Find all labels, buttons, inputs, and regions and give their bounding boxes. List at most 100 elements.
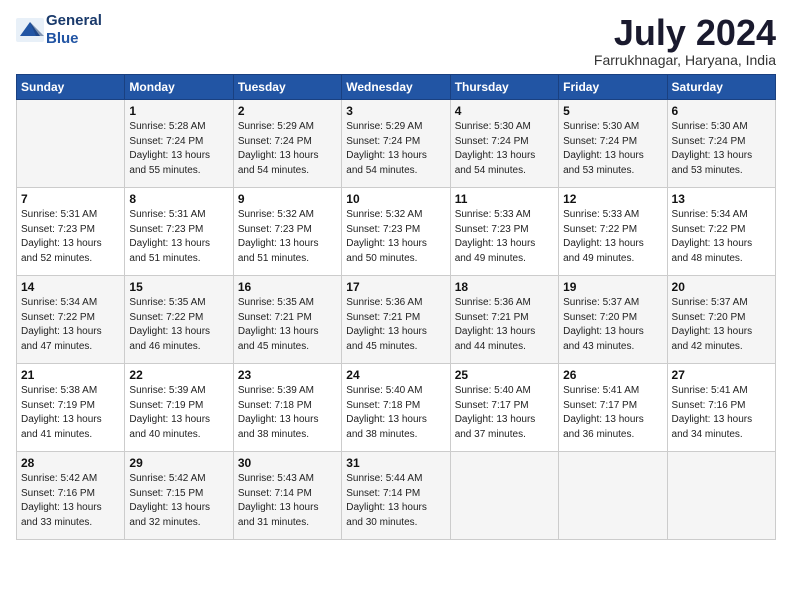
day-number: 4 <box>455 104 554 118</box>
day-number: 25 <box>455 368 554 382</box>
calendar-table: SundayMondayTuesdayWednesdayThursdayFrid… <box>16 74 776 540</box>
calendar-cell: 22Sunrise: 5:39 AM Sunset: 7:19 PM Dayli… <box>125 364 233 452</box>
logo-text: General Blue <box>46 12 102 48</box>
cell-info: Sunrise: 5:32 AM Sunset: 7:23 PM Dayligh… <box>238 208 337 266</box>
cell-info: Sunrise: 5:34 AM Sunset: 7:22 PM Dayligh… <box>21 296 120 354</box>
cell-info: Sunrise: 5:38 AM Sunset: 7:19 PM Dayligh… <box>21 384 120 442</box>
week-row-1: 1Sunrise: 5:28 AM Sunset: 7:24 PM Daylig… <box>17 100 776 188</box>
day-number: 13 <box>672 192 771 206</box>
cell-info: Sunrise: 5:34 AM Sunset: 7:22 PM Dayligh… <box>672 208 771 266</box>
cell-info: Sunrise: 5:31 AM Sunset: 7:23 PM Dayligh… <box>129 208 228 266</box>
weekday-header-sunday: Sunday <box>17 75 125 100</box>
day-number: 3 <box>346 104 445 118</box>
day-number: 16 <box>238 280 337 294</box>
cell-info: Sunrise: 5:40 AM Sunset: 7:18 PM Dayligh… <box>346 384 445 442</box>
cell-info: Sunrise: 5:37 AM Sunset: 7:20 PM Dayligh… <box>672 296 771 354</box>
calendar-cell: 9 Sunrise: 5:32 AM Sunset: 7:23 PM Daylig… <box>233 188 341 276</box>
day-number: 6 <box>672 104 771 118</box>
cell-info: Sunrise: 5:40 AM Sunset: 7:17 PM Dayligh… <box>455 384 554 442</box>
day-number: 19 <box>563 280 662 294</box>
calendar-cell: 28 Sunrise: 5:42 AM Sunset: 7:16 PM Dayli… <box>17 452 125 540</box>
week-row-2: 7 Sunrise: 5:31 AM Sunset: 7:23 PM Daylig… <box>17 188 776 276</box>
weekday-header-tuesday: Tuesday <box>233 75 341 100</box>
day-number: 2 <box>238 104 337 118</box>
calendar-cell: 4 Sunrise: 5:30 AM Sunset: 7:24 PM Daylig… <box>450 100 558 188</box>
calendar-cell: 25 Sunrise: 5:40 AM Sunset: 7:17 PM Dayli… <box>450 364 558 452</box>
calendar-cell: 7 Sunrise: 5:31 AM Sunset: 7:23 PM Daylig… <box>17 188 125 276</box>
day-number: 23 <box>238 368 337 382</box>
calendar-cell: 15 Sunrise: 5:35 AM Sunset: 7:22 PM Dayli… <box>125 276 233 364</box>
cell-info: Sunrise: 5:41 AM Sunset: 7:17 PM Dayligh… <box>563 384 662 442</box>
day-number: 15 <box>129 280 228 294</box>
cell-info: Sunrise: 5:29 AM Sunset: 7:24 PM Dayligh… <box>346 120 445 178</box>
day-number: 12 <box>563 192 662 206</box>
cell-info: Sunrise: 5:30 AM Sunset: 7:24 PM Dayligh… <box>563 120 662 178</box>
main-container: General Blue July 2024 Farrukhnagar, Har… <box>0 0 792 548</box>
cell-info: Sunrise: 5:33 AM Sunset: 7:22 PM Dayligh… <box>563 208 662 266</box>
calendar-cell: 27 Sunrise: 5:41 AM Sunset: 7:16 PM Dayli… <box>667 364 775 452</box>
calendar-cell: 11Sunrise: 5:33 AM Sunset: 7:23 PM Dayli… <box>450 188 558 276</box>
cell-info: Sunrise: 5:28 AM Sunset: 7:24 PM Dayligh… <box>129 120 228 178</box>
day-number: 7 <box>21 192 120 206</box>
calendar-cell: 20 Sunrise: 5:37 AM Sunset: 7:20 PM Dayli… <box>667 276 775 364</box>
month-title: July 2024 <box>594 12 776 54</box>
calendar-cell: 31Sunrise: 5:44 AM Sunset: 7:14 PM Dayli… <box>342 452 450 540</box>
calendar-cell <box>559 452 667 540</box>
calendar-cell: 29 Sunrise: 5:42 AM Sunset: 7:15 PM Dayli… <box>125 452 233 540</box>
week-row-4: 21 Sunrise: 5:38 AM Sunset: 7:19 PM Dayli… <box>17 364 776 452</box>
calendar-cell: 14 Sunrise: 5:34 AM Sunset: 7:22 PM Dayli… <box>17 276 125 364</box>
cell-info: Sunrise: 5:41 AM Sunset: 7:16 PM Dayligh… <box>672 384 771 442</box>
calendar-cell: 23 Sunrise: 5:39 AM Sunset: 7:18 PM Dayli… <box>233 364 341 452</box>
location: Farrukhnagar, Haryana, India <box>594 52 776 68</box>
calendar-cell: 3 Sunrise: 5:29 AM Sunset: 7:24 PM Daylig… <box>342 100 450 188</box>
cell-info: Sunrise: 5:42 AM Sunset: 7:16 PM Dayligh… <box>21 472 120 530</box>
cell-info: Sunrise: 5:35 AM Sunset: 7:22 PM Dayligh… <box>129 296 228 354</box>
weekday-header-monday: Monday <box>125 75 233 100</box>
calendar-cell: 19 Sunrise: 5:37 AM Sunset: 7:20 PM Dayli… <box>559 276 667 364</box>
calendar-cell: 8Sunrise: 5:31 AM Sunset: 7:23 PM Daylig… <box>125 188 233 276</box>
weekday-header-wednesday: Wednesday <box>342 75 450 100</box>
calendar-cell <box>667 452 775 540</box>
logo: General Blue <box>16 12 102 48</box>
cell-info: Sunrise: 5:37 AM Sunset: 7:20 PM Dayligh… <box>563 296 662 354</box>
calendar-cell: 24Sunrise: 5:40 AM Sunset: 7:18 PM Dayli… <box>342 364 450 452</box>
cell-info: Sunrise: 5:30 AM Sunset: 7:24 PM Dayligh… <box>455 120 554 178</box>
calendar-cell: 30 Sunrise: 5:43 AM Sunset: 7:14 PM Dayli… <box>233 452 341 540</box>
weekday-header-row: SundayMondayTuesdayWednesdayThursdayFrid… <box>17 75 776 100</box>
title-area: July 2024 Farrukhnagar, Haryana, India <box>594 12 776 68</box>
day-number: 17 <box>346 280 445 294</box>
day-number: 26 <box>563 368 662 382</box>
cell-info: Sunrise: 5:29 AM Sunset: 7:24 PM Dayligh… <box>238 120 337 178</box>
calendar-cell: 5Sunrise: 5:30 AM Sunset: 7:24 PM Daylig… <box>559 100 667 188</box>
day-number: 10 <box>346 192 445 206</box>
cell-info: Sunrise: 5:31 AM Sunset: 7:23 PM Dayligh… <box>21 208 120 266</box>
calendar-cell: 17Sunrise: 5:36 AM Sunset: 7:21 PM Dayli… <box>342 276 450 364</box>
calendar-cell: 10Sunrise: 5:32 AM Sunset: 7:23 PM Dayli… <box>342 188 450 276</box>
calendar-cell: 21 Sunrise: 5:38 AM Sunset: 7:19 PM Dayli… <box>17 364 125 452</box>
calendar-cell: 1Sunrise: 5:28 AM Sunset: 7:24 PM Daylig… <box>125 100 233 188</box>
calendar-cell: 6 Sunrise: 5:30 AM Sunset: 7:24 PM Daylig… <box>667 100 775 188</box>
cell-info: Sunrise: 5:42 AM Sunset: 7:15 PM Dayligh… <box>129 472 228 530</box>
day-number: 30 <box>238 456 337 470</box>
day-number: 14 <box>21 280 120 294</box>
day-number: 20 <box>672 280 771 294</box>
calendar-cell <box>450 452 558 540</box>
day-number: 27 <box>672 368 771 382</box>
day-number: 21 <box>21 368 120 382</box>
day-number: 22 <box>129 368 228 382</box>
cell-info: Sunrise: 5:39 AM Sunset: 7:18 PM Dayligh… <box>238 384 337 442</box>
cell-info: Sunrise: 5:35 AM Sunset: 7:21 PM Dayligh… <box>238 296 337 354</box>
weekday-header-saturday: Saturday <box>667 75 775 100</box>
day-number: 29 <box>129 456 228 470</box>
day-number: 18 <box>455 280 554 294</box>
calendar-cell: 16 Sunrise: 5:35 AM Sunset: 7:21 PM Dayli… <box>233 276 341 364</box>
cell-info: Sunrise: 5:43 AM Sunset: 7:14 PM Dayligh… <box>238 472 337 530</box>
day-number: 28 <box>21 456 120 470</box>
weekday-header-friday: Friday <box>559 75 667 100</box>
day-number: 11 <box>455 192 554 206</box>
day-number: 9 <box>238 192 337 206</box>
day-number: 31 <box>346 456 445 470</box>
header: General Blue July 2024 Farrukhnagar, Har… <box>16 12 776 68</box>
cell-info: Sunrise: 5:30 AM Sunset: 7:24 PM Dayligh… <box>672 120 771 178</box>
cell-info: Sunrise: 5:36 AM Sunset: 7:21 PM Dayligh… <box>455 296 554 354</box>
